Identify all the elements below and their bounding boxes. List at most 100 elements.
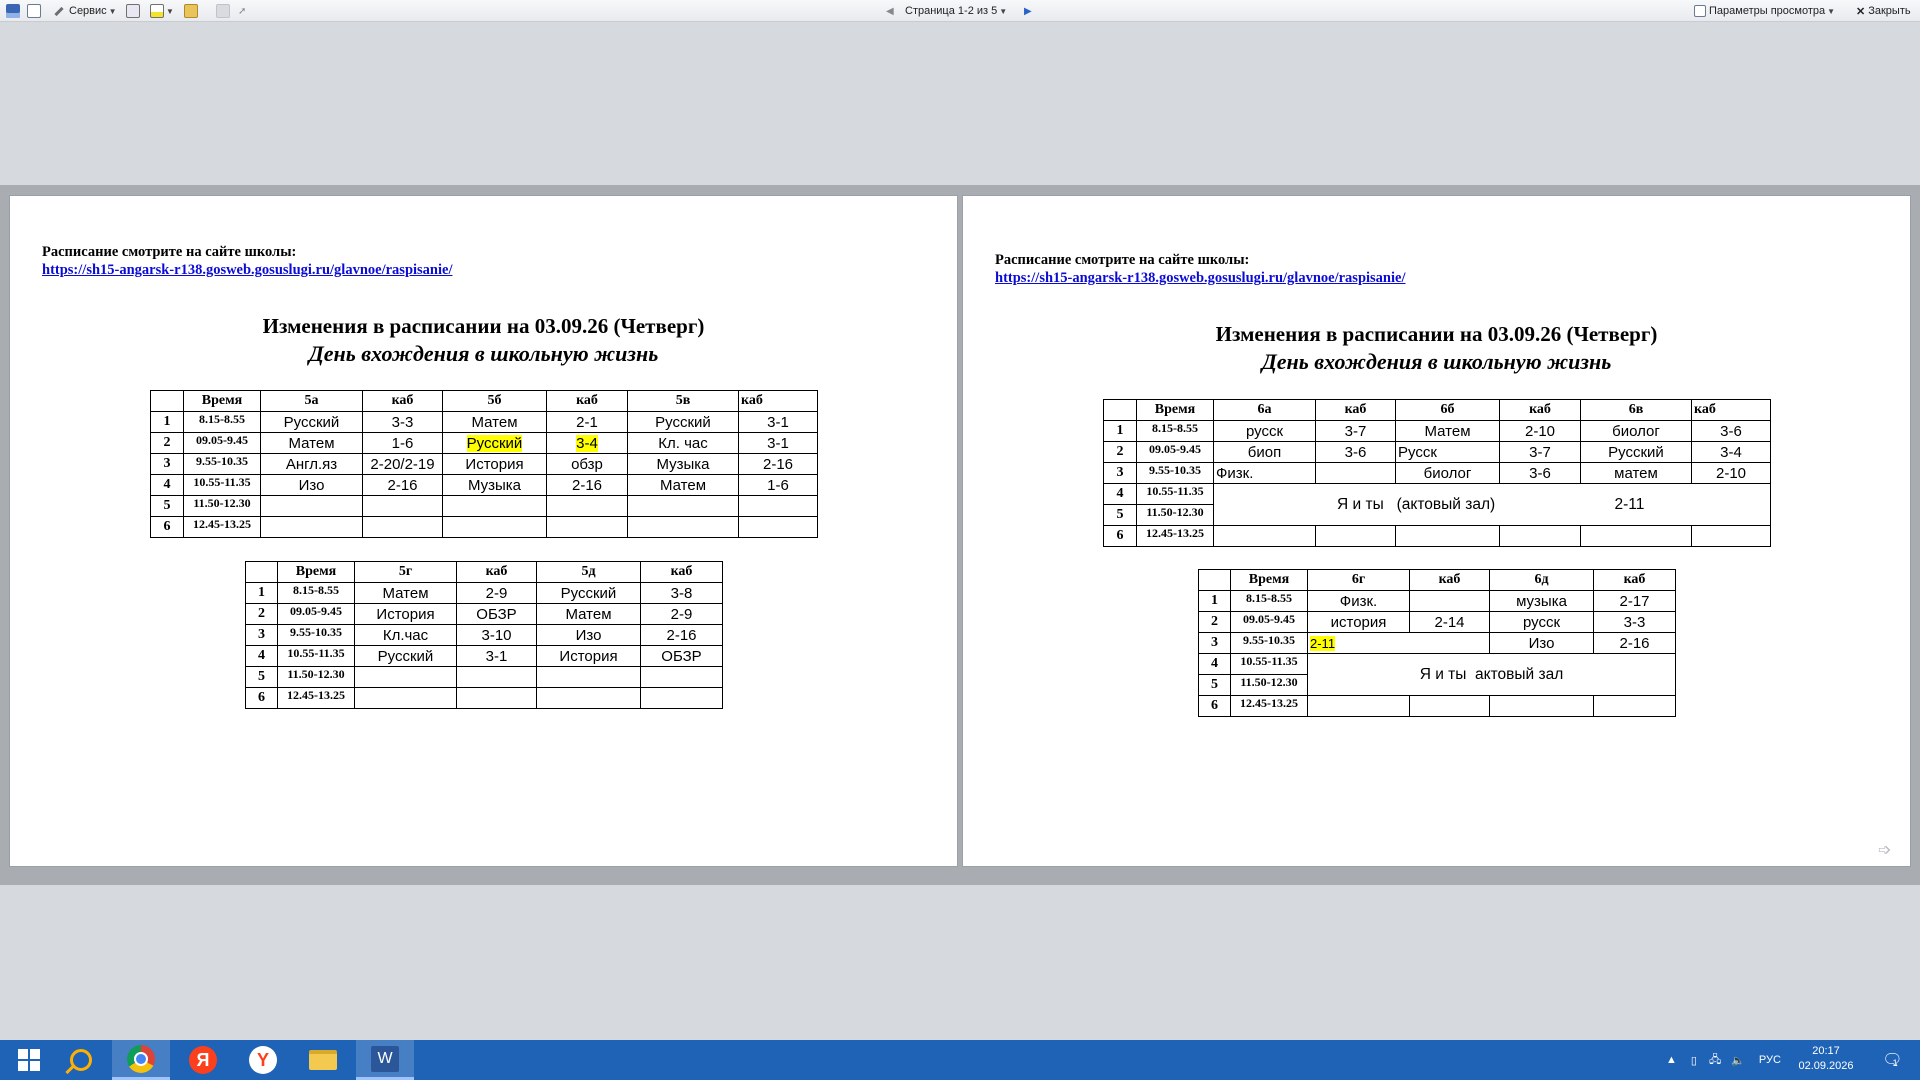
- table-cell: 3-1: [456, 645, 537, 667]
- table-row: 4 10.55-11.35 Изо 2-16 Музыка 2-16 Матем 1-6: [150, 474, 818, 496]
- header-cell: [150, 390, 184, 412]
- usb-icon[interactable]: ▯: [1691, 1054, 1697, 1067]
- lesson-number: 3: [1103, 462, 1137, 484]
- table-cell: [546, 516, 628, 538]
- service-menu[interactable]: Сервис ▼: [52, 3, 117, 19]
- lesson-time: 09.05-9.45: [277, 603, 355, 625]
- show-hidden-icons-icon[interactable]: ▲: [1666, 1054, 1677, 1066]
- page-indicator[interactable]: Страница 1-2 из 5 ▼: [905, 3, 1007, 19]
- highlighted-room: 2-11: [1310, 635, 1336, 651]
- clock[interactable]: 20:17 02.09.2026: [1796, 1044, 1856, 1074]
- table-cell: [456, 666, 537, 688]
- folder-icon: [309, 1050, 337, 1070]
- highlighted-change: Русский: [466, 434, 523, 452]
- header-cell: 5в: [627, 390, 739, 412]
- table-row: 1 8.15-8.55 русск 3-7 Матем 2-10 биолог …: [1103, 420, 1771, 442]
- chevron-left-icon: ◀: [886, 5, 894, 17]
- tools-icon: [52, 4, 66, 18]
- taskbar-yandex[interactable]: Я: [174, 1040, 232, 1080]
- table-row: 4 10.55-11.35 Русский 3-1 История ОБЗР: [245, 645, 723, 667]
- notification-count: 1: [1892, 1058, 1898, 1068]
- taskbar-chrome[interactable]: [112, 1040, 170, 1080]
- start-button[interactable]: [0, 1040, 58, 1080]
- header-cell: [1103, 399, 1137, 421]
- lesson-number: 4: [245, 645, 278, 667]
- table-cell: Русский: [354, 645, 457, 667]
- table-cell: [260, 516, 363, 538]
- document-page-1[interactable]: Расписание смотрите на сайте школы: http…: [10, 196, 957, 866]
- next-page-arrow-icon[interactable]: ➩: [1878, 840, 1896, 859]
- lesson-number: 6: [1198, 695, 1231, 717]
- table-cell: [260, 495, 363, 517]
- merged-event-cell: Я и ты (актовый зал) 2-11: [1213, 483, 1771, 526]
- chevron-down-icon: ▼: [1827, 6, 1836, 16]
- table-cell: Матем: [1395, 420, 1500, 442]
- schedule-link[interactable]: https://sh15-angarsk-r138.gosweb.gosuslu…: [42, 262, 453, 278]
- chevron-down-icon: ▼: [999, 6, 1008, 16]
- table-cell: [1315, 525, 1396, 547]
- table-cell: обзр: [546, 453, 628, 475]
- lesson-time: 10.55-11.35: [1230, 653, 1308, 675]
- table-cell: [456, 687, 537, 709]
- lesson-number: 2: [1103, 441, 1137, 463]
- table-cell: Русск: [1395, 441, 1500, 463]
- table-cell: [362, 495, 443, 517]
- lesson-number: 1: [245, 582, 278, 604]
- save-button[interactable]: [6, 3, 20, 19]
- volume-icon[interactable]: 🔈: [1731, 1054, 1745, 1067]
- lesson-number: 2: [1198, 611, 1231, 633]
- table-cell: 3-3: [362, 411, 443, 433]
- taskbar-file-explorer[interactable]: [294, 1040, 352, 1080]
- table-row: 2 09.05-9.45 История ОБЗР Матем 2-9: [245, 603, 723, 625]
- table-cell: [536, 666, 641, 688]
- table-cell: Музыка: [442, 474, 547, 496]
- taskbar-yandex-browser[interactable]: Y: [234, 1040, 292, 1080]
- search-icon: [70, 1049, 92, 1071]
- lesson-time: 9.55-10.35: [1136, 462, 1214, 484]
- table-cell: Матем: [627, 474, 739, 496]
- table-cell: [1409, 590, 1490, 612]
- schedule-link[interactable]: https://sh15-angarsk-r138.gosweb.gosuslu…: [995, 270, 1406, 286]
- notification-center[interactable]: 🗨 1: [1870, 1040, 1910, 1080]
- table-cell: [640, 666, 723, 688]
- event-room: 2-11: [1614, 495, 1645, 513]
- table-row: 3 9.55-10.35 Физк. биолог 3-6 матем 2-10: [1103, 462, 1771, 484]
- network-icon[interactable]: 🖧: [1709, 1051, 1721, 1070]
- table-cell: 2-11: [1307, 632, 1490, 654]
- table-cell: 3-10: [456, 624, 537, 646]
- table-cell: 2-16: [640, 624, 723, 646]
- document-page-2[interactable]: Расписание смотрите на сайте школы: http…: [963, 196, 1910, 866]
- view-settings-icon: [1694, 5, 1706, 17]
- header-cell: Время: [1230, 569, 1308, 591]
- header-cell: каб: [362, 390, 443, 412]
- table-cell: 2-10: [1691, 462, 1771, 484]
- table-cell: ОБЗР: [640, 645, 723, 667]
- table-cell: [1315, 462, 1396, 484]
- close-button[interactable]: ✕ Закрыть: [1856, 3, 1911, 19]
- open-folder-button[interactable]: [184, 3, 198, 19]
- taskbar-word[interactable]: W: [356, 1040, 414, 1080]
- spelling-button[interactable]: [126, 3, 140, 19]
- event-title: Я и ты (актовый зал): [1337, 495, 1496, 513]
- next-page-button[interactable]: ▶: [1024, 3, 1032, 19]
- table-cell: Матем: [354, 582, 457, 604]
- view-params-menu[interactable]: Параметры просмотра ▼: [1694, 3, 1835, 19]
- print-preview-button[interactable]: [27, 3, 41, 19]
- table-cell: [738, 516, 818, 538]
- language-indicator[interactable]: РУС: [1759, 1054, 1781, 1066]
- table-cell: [1307, 695, 1410, 717]
- search-button[interactable]: [52, 1040, 110, 1080]
- header-cell: каб: [640, 561, 723, 583]
- highlight-button[interactable]: ▼: [150, 3, 174, 19]
- table-cell: [442, 516, 547, 538]
- prev-page-button[interactable]: ◀: [886, 3, 894, 19]
- header-cell: каб: [1691, 399, 1771, 421]
- table-cell: биолог: [1395, 462, 1500, 484]
- lesson-number: 5: [1103, 504, 1137, 526]
- table-cell: 3-1: [738, 411, 818, 433]
- redo-button-disabled: ➚: [238, 3, 246, 19]
- lesson-time: 8.15-8.55: [1136, 420, 1214, 442]
- table-cell: Русский: [442, 432, 547, 454]
- page-indicator-label: Страница 1-2 из 5: [905, 5, 998, 17]
- table-cell: 2-16: [362, 474, 443, 496]
